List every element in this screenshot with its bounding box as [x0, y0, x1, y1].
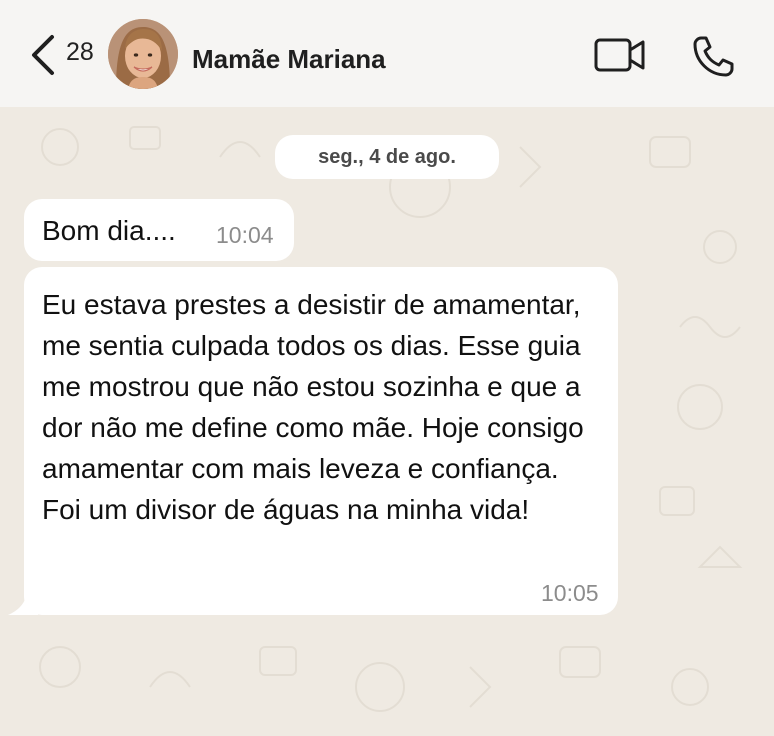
chat-area[interactable]: seg., 4 de ago. Bom dia.... 10:04 Eu est… [0, 107, 774, 736]
message-bubble[interactable]: Bom dia.... 10:04 [24, 199, 294, 261]
contact-name[interactable]: Mamãe Mariana [192, 44, 386, 75]
message-text: Eu estava prestes a desistir de amamenta… [42, 289, 584, 525]
chat-header: 28 Mamãe Mariana [0, 0, 774, 107]
voice-call-button[interactable] [692, 34, 736, 78]
video-call-button[interactable] [594, 37, 646, 73]
avatar[interactable] [108, 19, 178, 89]
message-time: 10:04 [216, 222, 274, 248]
back-button[interactable] [28, 34, 58, 76]
message-bubble[interactable]: Eu estava prestes a desistir de amamenta… [24, 267, 618, 615]
phone-icon [693, 36, 734, 77]
contact-photo [108, 19, 178, 89]
chevron-left-icon [32, 35, 54, 75]
unread-count[interactable]: 28 [66, 38, 94, 67]
video-camera-icon [594, 38, 645, 72]
message-time: 10:05 [541, 580, 599, 606]
date-chip: seg., 4 de ago. [275, 135, 499, 179]
message-text: Bom dia.... [42, 215, 176, 246]
